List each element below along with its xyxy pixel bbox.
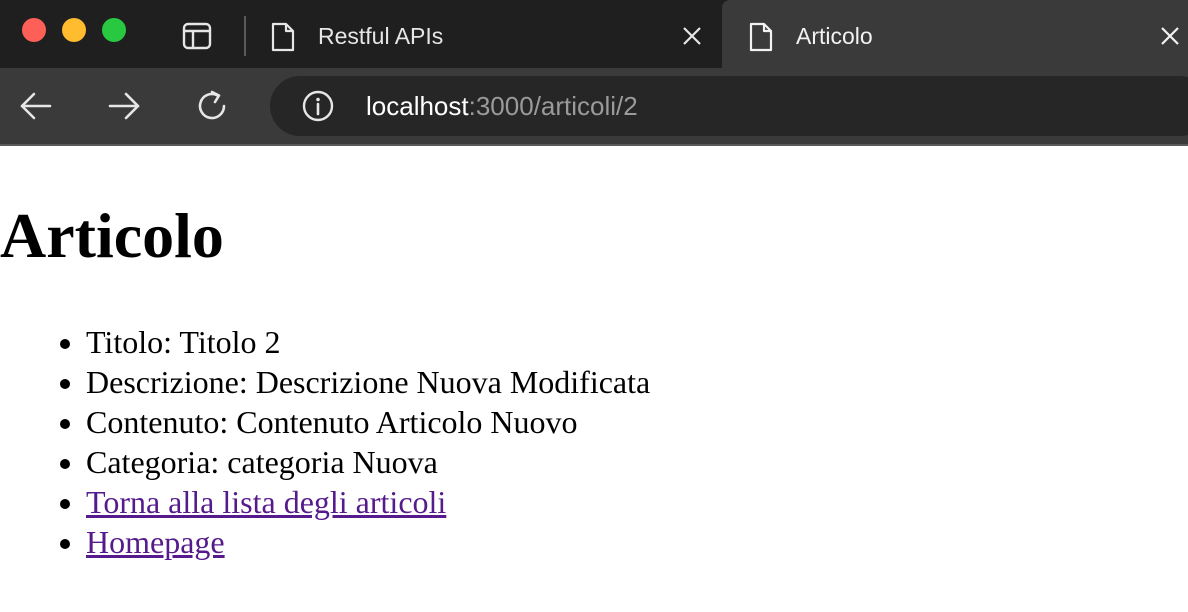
back-to-list-link[interactable]: Torna alla lista degli articoli (86, 484, 446, 520)
close-window-button[interactable] (22, 18, 46, 42)
document-icon (271, 22, 295, 52)
document-icon (749, 22, 773, 52)
reload-icon[interactable] (194, 88, 230, 124)
forward-arrow-icon[interactable] (106, 88, 142, 124)
page-title: Articolo (0, 200, 224, 271)
close-icon[interactable] (1160, 26, 1180, 46)
article-details-list: Titolo: Titolo 2 Descrizione: Descrizion… (0, 322, 650, 562)
tab-restful-apis[interactable]: Restful APIs (250, 0, 722, 68)
list-item-back: Torna alla lista degli articoli (86, 482, 650, 522)
tab-title: Restful APIs (318, 23, 444, 49)
list-item-categoria: Categoria: categoria Nuova (86, 442, 650, 482)
minimize-window-button[interactable] (62, 18, 86, 42)
page-content: Articolo Titolo: Titolo 2 Descrizione: D… (0, 146, 1188, 612)
sidebar-toggle-icon[interactable] (182, 22, 212, 50)
list-item-contenuto: Contenuto: Contenuto Articolo Nuovo (86, 402, 650, 442)
tab-title: Articolo (796, 23, 873, 49)
browser-chrome: Restful APIs Articolo localhost:3000/art… (0, 0, 1188, 146)
address-bar[interactable]: localhost:3000/articoli/2 (270, 76, 1188, 136)
tab-articolo[interactable]: Articolo (722, 0, 1188, 68)
tab-strip: Restful APIs Articolo (0, 0, 1188, 68)
tab-divider (244, 16, 246, 56)
zoom-window-button[interactable] (102, 18, 126, 42)
homepage-link[interactable]: Homepage (86, 524, 225, 560)
url-text: localhost:3000/articoli/2 (366, 90, 638, 122)
url-host: localhost (366, 91, 469, 121)
list-item-home: Homepage (86, 522, 650, 562)
list-item-titolo: Titolo: Titolo 2 (86, 322, 650, 362)
back-arrow-icon[interactable] (18, 88, 54, 124)
info-icon[interactable] (302, 90, 334, 122)
close-icon[interactable] (682, 26, 702, 46)
url-path: :3000/articoli/2 (468, 91, 638, 121)
navigation-toolbar: localhost:3000/articoli/2 (0, 68, 1188, 144)
list-item-descrizione: Descrizione: Descrizione Nuova Modificat… (86, 362, 650, 402)
